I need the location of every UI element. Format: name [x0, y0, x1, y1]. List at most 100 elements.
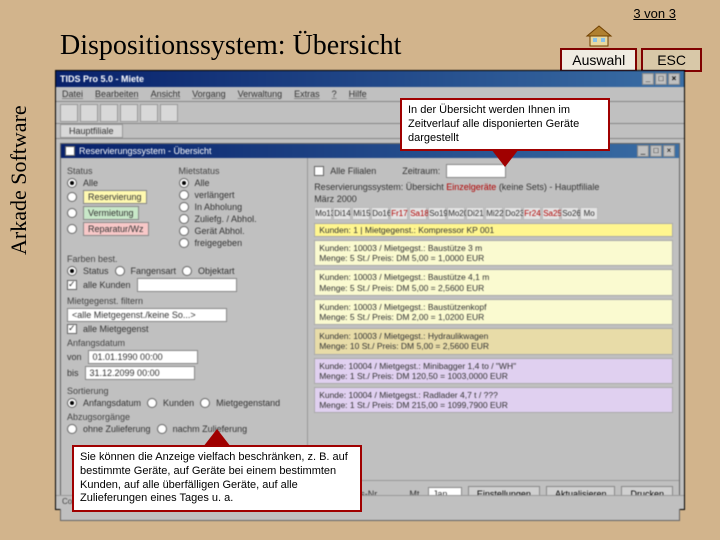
overview-header: Reservierungssystem: Übersicht Einzelger…	[314, 182, 673, 192]
minimize-icon[interactable]: _	[642, 73, 654, 85]
tab-hauptfiliale[interactable]: Hauptfiliale	[60, 124, 123, 138]
cal-day[interactable]: Fr24	[523, 207, 541, 220]
list-item[interactable]: Kunden: 10003 / Mietgegst.: Baustützenko…	[314, 299, 673, 325]
inner-close-icon[interactable]: ×	[663, 145, 675, 157]
inner-maximize-icon[interactable]: □	[650, 145, 662, 157]
zeitraum-label: Zeitraum:	[402, 166, 440, 176]
toolbar-icon[interactable]	[80, 104, 98, 122]
opt-label: Zuliefg. / Abhol.	[195, 214, 257, 224]
radio-sort-mietgegen[interactable]	[200, 398, 210, 408]
radio-verlangert[interactable]	[179, 190, 189, 200]
cal-day[interactable]: So26	[561, 207, 579, 220]
toolbar-icon[interactable]	[160, 104, 178, 122]
radio-farbe-fangens[interactable]	[115, 266, 125, 276]
anfang-label: Anfangsdatum	[67, 338, 301, 348]
bis-input[interactable]: 31.12.2099 00:00	[85, 366, 195, 380]
menu-item[interactable]: Datei	[62, 89, 83, 99]
cal-day[interactable]: Mo20	[447, 207, 465, 220]
radio-in-abholung[interactable]	[179, 202, 189, 212]
close-icon[interactable]: ×	[668, 73, 680, 85]
house-icon	[583, 24, 615, 48]
menu-item[interactable]: Verwaltung	[238, 89, 283, 99]
inner-title-text: Reservierungssystem - Übersicht	[79, 146, 212, 156]
cal-day[interactable]: Di14	[333, 207, 351, 220]
callout-top: In der Übersicht werden Ihnen im Zeitver…	[400, 98, 610, 151]
form-icon	[65, 146, 75, 156]
radio-geraet-abhol[interactable]	[179, 226, 189, 236]
toolbar-icon[interactable]	[140, 104, 158, 122]
mietstatus-label: Mietstatus	[179, 166, 257, 176]
menu-item[interactable]: ?	[332, 89, 337, 99]
maximize-icon[interactable]: □	[655, 73, 667, 85]
list-item[interactable]: Kunde: 10004 / Mietgegst.: Minibagger 1,…	[314, 358, 673, 384]
radio-sort-kunden[interactable]	[147, 398, 157, 408]
kunden-input[interactable]	[137, 278, 237, 292]
inner-minimize-icon[interactable]: _	[637, 145, 649, 157]
cal-day[interactable]: Mo13	[314, 207, 332, 220]
radio-alle[interactable]	[67, 178, 77, 188]
menu-item[interactable]: Vorgang	[192, 89, 226, 99]
auswahl-group: Auswahl	[560, 24, 637, 72]
cal-day[interactable]: Sa25	[542, 207, 560, 220]
window-title: TIDS Pro 5.0 - Miete	[60, 74, 144, 84]
check-alle-mietgegenst[interactable]	[67, 324, 77, 334]
list-item[interactable]: Kunden: 10003 / Mietgegst.: Baustütze 3 …	[314, 240, 673, 266]
opt-label: Alle	[83, 178, 98, 188]
item-header-bar: Kunden: 1 | Mietgegenst.: Kompressor KP …	[314, 223, 673, 237]
radio-farbe-objekt[interactable]	[182, 266, 192, 276]
menu-item[interactable]: Extras	[294, 89, 320, 99]
cal-day[interactable]: Di21	[466, 207, 484, 220]
calendar-row: Mo13 Di14 Mi15 Do16 Fr17 Sa18 So19 Mo20 …	[314, 207, 673, 220]
cal-day[interactable]: Mi22	[485, 207, 503, 220]
abzug-label: Abzugsorgänge	[67, 412, 301, 422]
opt-label: Gerät Abhol.	[195, 226, 245, 236]
cal-day[interactable]: Mo	[580, 207, 598, 220]
toolbar-icon[interactable]	[120, 104, 138, 122]
auswahl-button[interactable]: Auswahl	[560, 48, 637, 72]
opt-label: In Abholung	[195, 202, 243, 212]
callout-bottom: Sie können die Anzeige vielfach beschrän…	[72, 445, 362, 512]
list-item[interactable]: Kunden: 10003 / Mietgegst.: Hydraulikwag…	[314, 328, 673, 354]
radio-reparatur[interactable]	[67, 224, 77, 234]
check-alle-kunden[interactable]	[67, 280, 77, 290]
list-item[interactable]: Kunde: 10004 / Mietgegst.: Radlader 4,7 …	[314, 387, 673, 413]
state-vermietung: Vermietung	[83, 206, 139, 220]
opt-label: Alle Filialen	[330, 166, 376, 176]
cal-day[interactable]: Do23	[504, 207, 522, 220]
toolbar-icon[interactable]	[60, 104, 78, 122]
radio-reserv[interactable]	[67, 192, 77, 202]
opt-label: Objektart	[198, 266, 235, 276]
menu-item[interactable]: Ansicht	[151, 89, 181, 99]
list-item[interactable]: Kunden: 10003 / Mietgegst.: Baustütze 4,…	[314, 269, 673, 295]
radio-vermiet[interactable]	[67, 208, 77, 218]
opt-label: Fangensart	[131, 266, 177, 276]
cal-day[interactable]: Fr17	[390, 207, 408, 220]
esc-button[interactable]: ESC	[641, 48, 702, 72]
mietgegenst-select[interactable]: <alle Mietgegenst./keine So...>	[67, 308, 227, 322]
status-label: Status	[67, 166, 149, 176]
radio-ohne-zulief[interactable]	[67, 424, 77, 434]
opt-label: alle Mietgegenst	[83, 324, 149, 334]
window-titlebar: TIDS Pro 5.0 - Miete _ □ ×	[56, 71, 684, 87]
menu-item[interactable]: Bearbeiten	[95, 89, 139, 99]
cal-day[interactable]: Sa18	[409, 207, 427, 220]
page-counter: 3 von 3	[633, 6, 676, 21]
radio-sort-anfang[interactable]	[67, 398, 77, 408]
toolbar-icon[interactable]	[100, 104, 118, 122]
radio-nachm-zulief[interactable]	[157, 424, 167, 434]
cal-day[interactable]: So19	[428, 207, 446, 220]
menu-item[interactable]: Hilfe	[349, 89, 367, 99]
check-alle-filialen[interactable]	[314, 166, 324, 176]
radio-freigegeben[interactable]	[179, 238, 189, 248]
radio-farbe-status[interactable]	[67, 266, 77, 276]
bis-label: bis	[67, 368, 79, 378]
von-input[interactable]: 01.01.1990 00:00	[88, 350, 198, 364]
radio-miet-alle[interactable]	[179, 178, 189, 188]
cal-day[interactable]: Do16	[371, 207, 389, 220]
sort-label: Sortierung	[67, 386, 301, 396]
opt-label: Alle	[195, 178, 210, 188]
radio-zuliefg[interactable]	[179, 214, 189, 224]
overview-pane: Alle Filialen Zeitraum: Reservierungssys…	[308, 158, 679, 506]
opt-label: freigegeben	[195, 238, 243, 248]
cal-day[interactable]: Mi15	[352, 207, 370, 220]
